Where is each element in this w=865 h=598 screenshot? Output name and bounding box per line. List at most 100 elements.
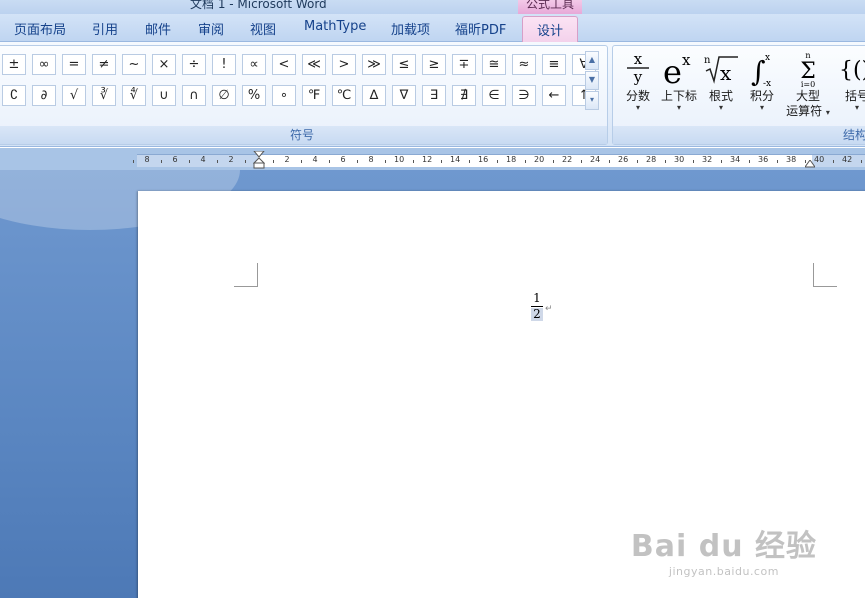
window-title: 文档 1 - Microsoft Word	[190, 0, 327, 11]
symbol-button[interactable]: ∅	[212, 85, 236, 106]
fraction-button[interactable]: x y 分数 ▾	[621, 49, 655, 112]
ruler-label: 12	[422, 155, 433, 164]
symbol-button[interactable]: ≈	[512, 54, 536, 75]
ruler-tick	[329, 160, 330, 163]
symbol-button[interactable]: ×	[152, 54, 176, 75]
integral-button[interactable]: ∫ x -x 积分 ▾	[745, 49, 779, 112]
tab-addins[interactable]: 加载项	[391, 19, 430, 38]
symbol-button[interactable]: ∁	[2, 85, 26, 106]
tab-review[interactable]: 审阅	[198, 19, 224, 38]
svg-text:n: n	[704, 55, 711, 66]
indent-marker-icon[interactable]	[253, 151, 265, 169]
symbol-button[interactable]: ∃	[422, 85, 446, 106]
symbol-button[interactable]: ~	[122, 54, 146, 75]
ruler-label: 8	[144, 155, 150, 164]
ruler-label: 42	[842, 155, 853, 164]
watermark-url: jingyan.baidu.com	[668, 565, 779, 578]
context-tab-header: 公式工具	[518, 0, 582, 14]
large-operator-button[interactable]: n Σ i=0 大型 运算符 ▾	[785, 49, 831, 119]
title-bar: 文档 1 - Microsoft Word 公式工具	[0, 0, 865, 14]
tab-references[interactable]: 引用	[92, 19, 118, 38]
watermark-logo: Bai du 经验	[630, 529, 817, 564]
ruler-tick	[525, 160, 526, 163]
ruler-tick	[637, 160, 638, 163]
ruler-tick	[805, 160, 806, 163]
symbol-button[interactable]: ∪	[152, 85, 176, 106]
symbol-button[interactable]: ≪	[302, 54, 326, 75]
integral-icon: ∫ x -x	[745, 49, 779, 89]
symbol-button[interactable]: ∋	[512, 85, 536, 106]
tab-view[interactable]: 视图	[250, 19, 276, 38]
symbol-button[interactable]: ∈	[482, 85, 506, 106]
more-symbols-button[interactable]: ▾	[585, 91, 599, 110]
symbol-button[interactable]: ←	[542, 85, 566, 106]
script-button[interactable]: e x 上下标 ▾	[659, 49, 699, 112]
ruler-label: 32	[702, 155, 713, 164]
script-dropdown-icon: ▾	[676, 103, 681, 112]
symbol-button[interactable]: ≫	[362, 54, 386, 75]
ruler-tick	[301, 160, 302, 163]
tab-page-layout[interactable]: 页面布局	[14, 19, 66, 38]
symbol-button[interactable]: %	[242, 85, 266, 106]
symbol-button[interactable]: >	[332, 54, 356, 75]
radical-icon: n x	[703, 49, 739, 89]
symbol-button[interactable]: ≅	[482, 54, 506, 75]
scroll-down-button[interactable]: ▼	[585, 71, 599, 90]
tab-mailings[interactable]: 邮件	[145, 19, 171, 38]
ruler-label: 40	[814, 155, 825, 164]
tab-design[interactable]: 设计	[522, 16, 579, 43]
tab-foxit-pdf[interactable]: 福昕PDF	[455, 19, 506, 38]
fraction-numerator[interactable]: 1	[531, 292, 543, 305]
radical-button[interactable]: n x 根式 ▾	[703, 49, 739, 112]
margin-corner-left	[234, 263, 258, 287]
symbol-button[interactable]: ±	[2, 54, 26, 75]
symbol-button[interactable]: ∄	[452, 85, 476, 106]
symbols-group: ± ∞ = ≠ ~ × ÷! ∝ < ≪ > ≫ ≤ ≥ ∓ ≅ ≈ ≡ ∀ ∁ ∂ √ ∛ ∜ ∪ ∩ ∅% ∘ ℉ ℃ ∆ ∇ ∃ ∄ ∈ ∋ ←…	[0, 45, 608, 145]
symbol-button[interactable]: ≤	[392, 54, 416, 75]
fraction-icon: x y	[621, 49, 655, 89]
baidu-watermark: Bai du 经验 jingyan.baidu.com	[631, 521, 817, 578]
radical-dropdown-icon: ▾	[718, 103, 723, 112]
symbol-button[interactable]: ÷	[182, 54, 206, 75]
ruler-label: 10	[394, 155, 405, 164]
symbol-button[interactable]: ∂	[32, 85, 56, 106]
symbol-button[interactable]: ∜	[122, 85, 146, 106]
equation-fraction[interactable]: 1 2	[531, 292, 543, 321]
scroll-up-button[interactable]: ▲	[585, 51, 599, 70]
ruler-label: 14	[450, 155, 461, 164]
ruler-tick	[245, 160, 246, 163]
ruler-label: 22	[562, 155, 573, 164]
bracket-button[interactable]: {()} 括号 ▾	[837, 49, 865, 112]
symbol-button[interactable]: ∞	[32, 54, 56, 75]
ruler-tick	[497, 160, 498, 163]
ruler-label: 4	[312, 155, 318, 164]
symbol-button[interactable]: ∛	[92, 85, 116, 106]
paragraph-mark: ↵	[545, 304, 553, 314]
symbol-button[interactable]: ∇	[392, 85, 416, 106]
symbol-button[interactable]: ∩	[182, 85, 206, 106]
fraction-denominator[interactable]: 2	[531, 308, 543, 321]
symbol-button[interactable]: ≡	[542, 54, 566, 75]
ruler-tick	[385, 160, 386, 163]
bracket-label: 括号	[844, 89, 865, 103]
symbol-button[interactable]: <	[272, 54, 296, 75]
symbol-button[interactable]: ℃	[332, 85, 356, 106]
horizontal-ruler[interactable]: 8 6 4 2 2 4 6 8 10 12 14 16 18 20 22 24 26 28 30 32 34 36 38 40…	[133, 151, 865, 169]
symbol-button[interactable]: ∆	[362, 85, 386, 106]
ruler-label: 2	[284, 155, 290, 164]
symbol-button[interactable]: =	[62, 54, 86, 75]
tab-mathtype[interactable]: MathType	[304, 19, 366, 34]
symbol-button[interactable]: ≠	[92, 54, 116, 75]
symbol-button[interactable]: ∓	[452, 54, 476, 75]
integral-label: 积分	[749, 89, 774, 103]
symbol-button[interactable]: ≥	[422, 54, 446, 75]
symbol-button[interactable]: !	[212, 54, 236, 75]
script-label: 上下标	[660, 89, 697, 103]
large-operator-sublabel: 运算符 ▾	[786, 104, 830, 118]
symbol-button[interactable]: √	[62, 85, 86, 106]
symbol-button[interactable]: ℉	[302, 85, 326, 106]
symbol-button[interactable]: ∘	[272, 85, 296, 106]
ruler-tick	[749, 160, 750, 163]
svg-text:x: x	[720, 61, 732, 85]
symbol-button[interactable]: ∝	[242, 54, 266, 75]
